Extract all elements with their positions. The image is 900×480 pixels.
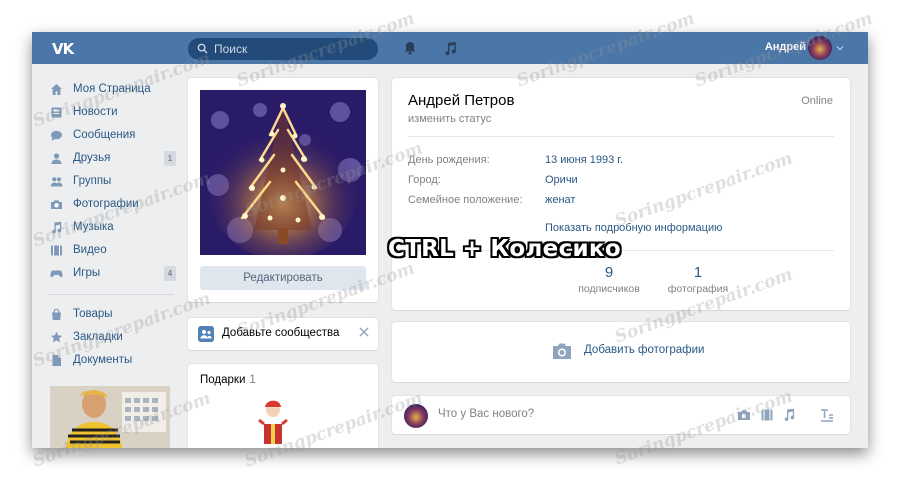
sidebar-item-friends[interactable]: Друзья 1: [48, 147, 178, 170]
avatar[interactable]: [808, 36, 832, 60]
sidebar-item-label: Группы: [73, 175, 112, 187]
sidebar-item-label: Музыка: [73, 221, 114, 233]
bell-icon[interactable]: [402, 40, 418, 56]
video-icon[interactable]: [760, 408, 774, 422]
games-badge[interactable]: 4: [164, 266, 176, 281]
sidebar-item-label: Фотографии: [73, 198, 139, 210]
home-icon: [51, 84, 62, 95]
user-name[interactable]: Андрей: [765, 41, 806, 53]
followers-counter[interactable]: 9 подписчиков: [569, 264, 649, 295]
gifts-count: 1: [249, 374, 256, 386]
followers-count: 9: [604, 264, 614, 281]
sidebar-divider: [48, 294, 174, 295]
music-icon: [52, 221, 62, 234]
gifts-title: Подарки: [200, 374, 246, 386]
shop-icon: [52, 308, 61, 320]
music-icon[interactable]: [442, 40, 458, 56]
add-communities-card[interactable]: Добавьте сообщества: [188, 318, 378, 350]
new-post-card: Что у Вас нового?: [392, 396, 850, 434]
chevron-down-icon[interactable]: [836, 44, 844, 52]
add-communities-label: Добавьте сообщества: [222, 327, 340, 339]
profile-name: Андрей Петров: [408, 92, 515, 109]
ad-illustration: [50, 386, 170, 448]
sidebar-item-music[interactable]: Музыка: [48, 216, 178, 239]
photos-label: фотография: [667, 283, 729, 295]
close-icon[interactable]: [359, 327, 369, 337]
top-header: VK Поиск Андрей: [32, 32, 868, 64]
sidebar-item-label: Закладки: [73, 331, 123, 343]
add-photos-label: Добавить фотографии: [584, 344, 705, 356]
news-icon: [51, 107, 62, 118]
marital-status-label: Семейное положение:: [408, 194, 523, 206]
add-photos-card: Добавить фотографии: [392, 322, 850, 382]
sidebar-item-label: Товары: [73, 308, 113, 320]
sidebar-item-label: Новости: [73, 106, 118, 118]
groups-icon: [50, 177, 63, 187]
camera-icon: [51, 200, 62, 209]
sidebar-item-label: Документы: [73, 354, 133, 366]
sidebar-item-games[interactable]: Игры 4: [48, 262, 178, 285]
new-post-input[interactable]: Что у Вас нового?: [438, 408, 534, 420]
sidebar-item-messages[interactable]: Сообщения: [48, 124, 178, 147]
document-icon: [52, 355, 61, 366]
marital-status-value[interactable]: женат: [545, 194, 575, 206]
camera-icon[interactable]: [737, 408, 751, 422]
city-value[interactable]: Оричи: [545, 174, 578, 186]
sidebar-item-label: Друзья: [73, 152, 111, 164]
sidebar-item-label: Игры: [73, 267, 101, 279]
search-icon: [197, 43, 208, 54]
city-label: Город:: [408, 174, 441, 186]
ctrl-wheel-caption: CTRL + Колесико: [388, 236, 621, 262]
avatar: [404, 404, 428, 428]
messages-icon: [51, 130, 62, 141]
christmas-tree-illustration: [200, 90, 366, 255]
search-input[interactable]: Поиск: [188, 38, 378, 60]
online-status: Online: [801, 95, 833, 107]
birthday-value[interactable]: 13 июня 1993 г.: [545, 154, 623, 166]
sidebar-item-label: Видео: [73, 244, 107, 256]
sidebar-item-my-page[interactable]: Моя Страница: [48, 78, 178, 101]
santa-gift-icon[interactable]: [256, 394, 290, 448]
sidebar-item-bookmarks[interactable]: Закладки: [48, 326, 178, 349]
sidebar-item-documents[interactable]: Документы: [48, 349, 178, 372]
communities-icon: [198, 326, 214, 342]
music-icon[interactable]: [782, 408, 796, 422]
left-sidebar: Моя Страница Новости Сообщения Друзья 1 …: [48, 78, 178, 372]
photos-counter[interactable]: 1 фотография: [658, 264, 738, 295]
sidebar-item-label: Моя Страница: [73, 83, 151, 95]
sidebar-item-news[interactable]: Новости: [48, 101, 178, 124]
vk-logo-icon[interactable]: VK: [52, 40, 74, 58]
profile-divider: [408, 136, 834, 137]
sidebar-item-groups[interactable]: Группы: [48, 170, 178, 193]
show-more-info-link[interactable]: Показать подробную информацию: [545, 222, 722, 234]
sidebar-item-video[interactable]: Видео: [48, 239, 178, 262]
sidebar-ad-image[interactable]: [50, 386, 170, 448]
search-placeholder: Поиск: [214, 42, 248, 56]
gifts-card: Подарки 1: [188, 364, 378, 448]
profile-photo-card: Редактировать: [188, 78, 378, 302]
sidebar-item-goods[interactable]: Товары: [48, 303, 178, 326]
camera-icon: [553, 343, 571, 359]
edit-profile-button[interactable]: Редактировать: [200, 266, 366, 290]
photos-count: 1: [693, 264, 703, 281]
video-icon: [51, 245, 62, 256]
gifts-header[interactable]: Подарки 1: [200, 374, 256, 386]
add-photos-button[interactable]: Добавить фотографии: [552, 343, 705, 359]
followers-label: подписчиков: [578, 283, 640, 295]
sidebar-item-photos[interactable]: Фотографии: [48, 193, 178, 216]
profile-info-card: Андрей Петров изменить статус Online Ден…: [392, 78, 850, 310]
post-settings-icon[interactable]: [820, 408, 834, 422]
friends-icon: [51, 153, 62, 164]
sidebar-item-label: Сообщения: [73, 129, 136, 141]
games-icon: [50, 270, 63, 278]
profile-photo[interactable]: [200, 90, 366, 255]
change-status-link[interactable]: изменить статус: [408, 113, 491, 125]
friends-badge[interactable]: 1: [164, 151, 176, 166]
birthday-label: День рождения:: [408, 154, 490, 166]
star-icon: [50, 331, 63, 343]
